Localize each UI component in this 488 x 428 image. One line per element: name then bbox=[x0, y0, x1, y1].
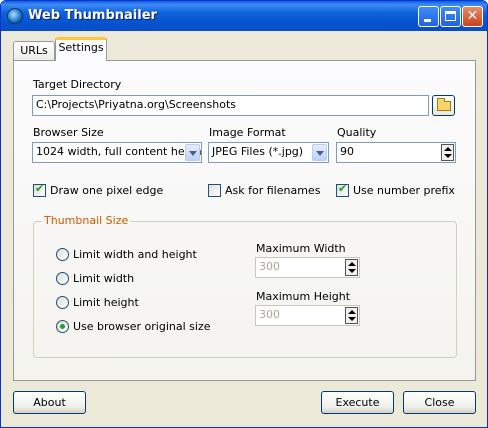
window-title: Web Thumbnailer bbox=[28, 8, 157, 23]
limit-width-radio[interactable] bbox=[56, 272, 69, 285]
limit-width-height-radio[interactable] bbox=[56, 248, 69, 261]
close-button[interactable]: Close bbox=[403, 391, 476, 414]
maximum-width-stepper[interactable]: 300 bbox=[255, 257, 360, 278]
spin-arrows-icon[interactable] bbox=[441, 144, 454, 161]
target-directory-input[interactable]: C:\Projects\Priyatna.org\Screenshots bbox=[32, 95, 429, 116]
about-button[interactable]: About bbox=[13, 391, 86, 414]
web-thumbnailer-window: Web Thumbnailer ✕ URLs Settings Target D… bbox=[0, 0, 488, 428]
quality-stepper[interactable]: 90 bbox=[336, 142, 456, 163]
ask-filenames-label: Ask for filenames bbox=[225, 184, 321, 197]
maximum-height-label: Maximum Height bbox=[256, 290, 351, 303]
tab-settings[interactable]: Settings bbox=[55, 37, 107, 61]
image-format-label: Image Format bbox=[209, 126, 286, 139]
maximum-height-value: 300 bbox=[259, 308, 280, 321]
maximize-button[interactable] bbox=[440, 6, 461, 27]
draw-pixel-edge-label: Draw one pixel edge bbox=[50, 184, 164, 197]
tab-urls[interactable]: URLs bbox=[13, 41, 55, 61]
maximum-width-value: 300 bbox=[259, 260, 280, 273]
spin-arrows-icon[interactable] bbox=[345, 259, 358, 276]
limit-width-height-label: Limit width and height bbox=[73, 248, 197, 261]
maximize-icon bbox=[445, 11, 456, 21]
limit-height-label: Limit height bbox=[73, 296, 139, 309]
open-folder-icon bbox=[437, 98, 451, 111]
browser-size-select[interactable]: 1024 width, full content height bbox=[32, 142, 202, 163]
minimize-button[interactable] bbox=[418, 6, 439, 27]
close-window-button[interactable]: ✕ bbox=[462, 6, 483, 27]
maximum-height-stepper[interactable]: 300 bbox=[255, 305, 360, 326]
thumbnail-size-legend: Thumbnail Size bbox=[42, 214, 131, 227]
target-directory-label: Target Directory bbox=[33, 78, 122, 91]
quality-label: Quality bbox=[337, 126, 377, 139]
chevron-down-icon[interactable] bbox=[185, 144, 200, 161]
app-globe-icon[interactable] bbox=[7, 8, 23, 24]
browser-size-label: Browser Size bbox=[33, 126, 104, 139]
ask-filenames-checkbox[interactable] bbox=[208, 184, 221, 197]
number-prefix-label: Use number prefix bbox=[353, 184, 455, 197]
execute-button[interactable]: Execute bbox=[321, 391, 394, 414]
image-format-value: JPEG Files (*.jpg) bbox=[212, 145, 304, 158]
limit-height-radio[interactable] bbox=[56, 296, 69, 309]
close-icon: ✕ bbox=[466, 8, 479, 24]
browser-original-size-radio[interactable] bbox=[56, 320, 69, 333]
image-format-select[interactable]: JPEG Files (*.jpg) bbox=[208, 142, 329, 163]
browser-original-size-label: Use browser original size bbox=[73, 320, 211, 333]
spin-arrows-icon[interactable] bbox=[345, 307, 358, 324]
maximum-width-label: Maximum Width bbox=[256, 242, 346, 255]
thumbnail-size-group bbox=[33, 221, 457, 358]
quality-value: 90 bbox=[340, 145, 354, 158]
title-bar[interactable]: Web Thumbnailer ✕ bbox=[1, 1, 487, 31]
chevron-down-icon[interactable] bbox=[312, 144, 327, 161]
browser-size-value: 1024 width, full content height bbox=[36, 145, 202, 158]
limit-width-label: Limit width bbox=[73, 272, 135, 285]
draw-pixel-edge-checkbox[interactable] bbox=[33, 182, 46, 197]
minimize-icon bbox=[424, 19, 431, 22]
number-prefix-checkbox[interactable] bbox=[336, 182, 349, 197]
browse-folder-button[interactable] bbox=[432, 95, 455, 116]
